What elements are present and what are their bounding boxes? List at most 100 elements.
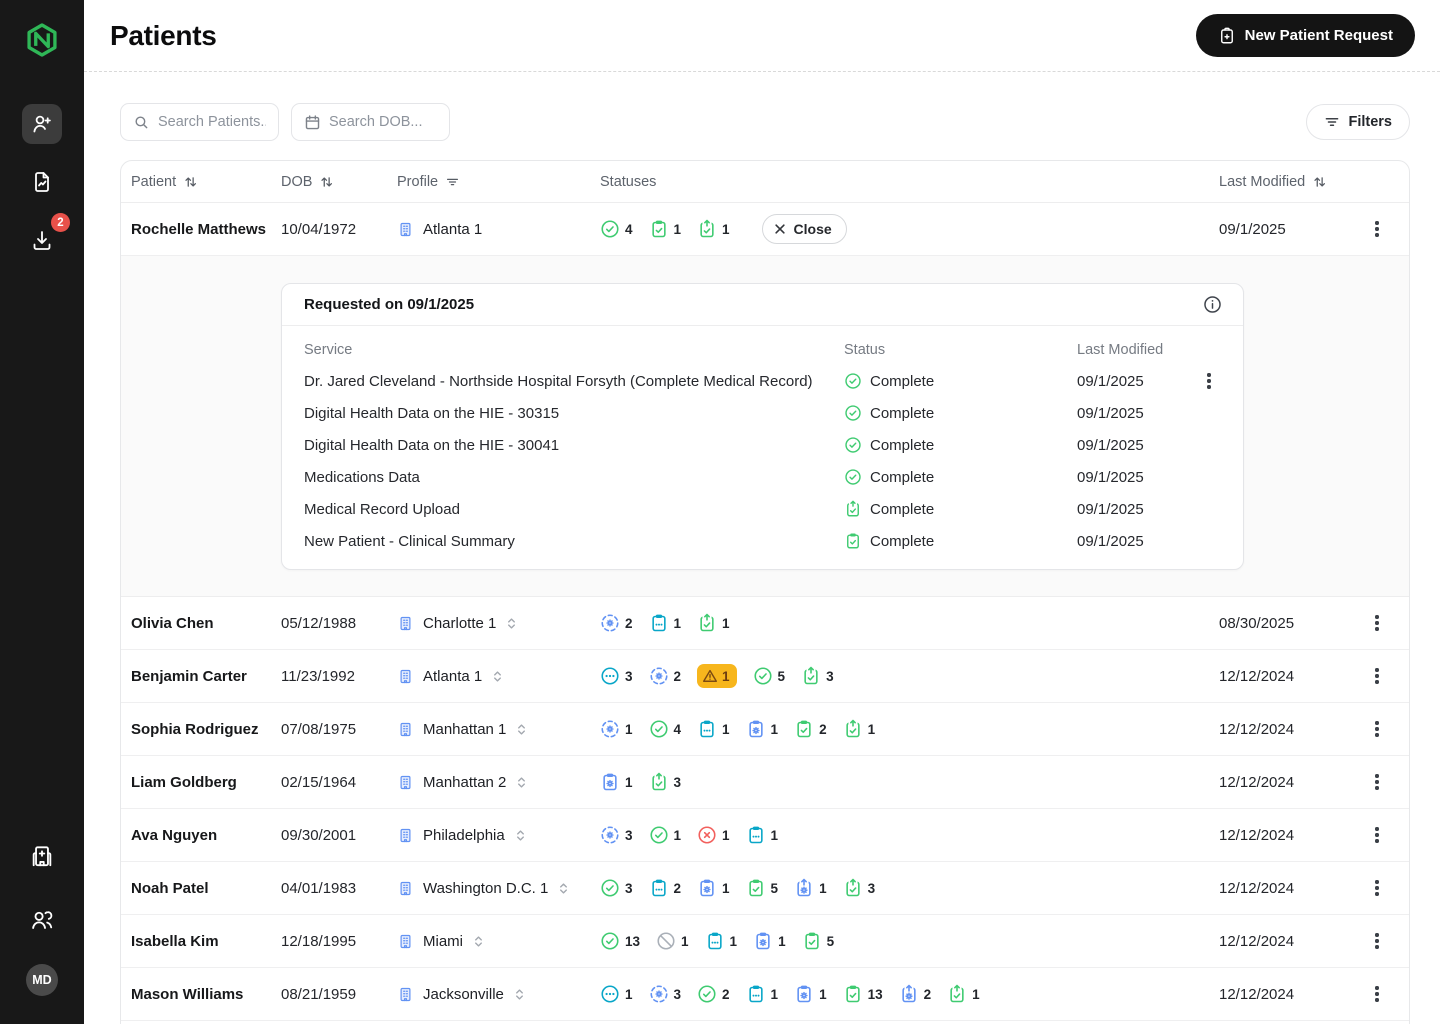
patient-profile: Atlanta 1 bbox=[397, 221, 600, 238]
status-chip-circle-check[interactable]: 3 bbox=[600, 878, 633, 898]
chevron-up-down-icon[interactable] bbox=[515, 776, 528, 789]
service-name: Digital Health Data on the HIE - 30041 bbox=[304, 437, 844, 454]
status-chip-gear-dashed[interactable]: 2 bbox=[600, 613, 633, 633]
status-chip-clipboard-dots[interactable]: 1 bbox=[649, 613, 682, 633]
row-menu-button[interactable] bbox=[1364, 216, 1390, 242]
status-chip-circle-slash[interactable]: 1 bbox=[656, 931, 689, 951]
table-row[interactable]: Sophia Rodriguez 07/08/1975 Manhattan 1 … bbox=[121, 703, 1409, 756]
status-chip-clipboard-dots[interactable]: 1 bbox=[746, 984, 779, 1004]
row-menu-button[interactable] bbox=[1364, 981, 1390, 1007]
chevron-up-down-icon[interactable] bbox=[491, 670, 504, 683]
table-row[interactable]: Rochelle Matthews 10/04/1972 Atlanta 1 4… bbox=[121, 203, 1409, 256]
status-chip-clipboard-check[interactable]: 13 bbox=[843, 984, 883, 1004]
status-chip-clipboard-check[interactable]: 2 bbox=[794, 719, 827, 739]
table-row[interactable]: Liam Goldberg 02/15/1964 Manhattan 2 13 … bbox=[121, 756, 1409, 809]
chevron-up-down-icon[interactable] bbox=[472, 935, 485, 948]
expanded-detail-section: Requested on 09/1/2025 Service Status La… bbox=[121, 256, 1409, 597]
patient-dob: 09/30/2001 bbox=[281, 827, 397, 844]
status-chip-gear-dashed[interactable]: 2 bbox=[649, 666, 682, 686]
chevron-up-down-icon[interactable] bbox=[513, 988, 526, 1001]
new-patient-request-button[interactable]: New Patient Request bbox=[1196, 14, 1415, 57]
table-row[interactable]: Isabella Kim 12/18/1995 Miami 131115 12/… bbox=[121, 915, 1409, 968]
row-menu-button[interactable] bbox=[1364, 769, 1390, 795]
status-chip-gear-dashed[interactable]: 3 bbox=[649, 984, 682, 1004]
status-chip-clipboard-gear[interactable]: 1 bbox=[753, 931, 786, 951]
status-chip-clipboard-up-check[interactable]: 3 bbox=[649, 772, 682, 792]
user-plus-icon bbox=[30, 112, 54, 136]
status-chip-clipboard-gear[interactable]: 1 bbox=[746, 719, 779, 739]
status-chip-clipboard-up-check[interactable]: 1 bbox=[947, 984, 980, 1004]
table-row[interactable]: Noah Patel 04/01/1983 Washington D.C. 1 … bbox=[121, 862, 1409, 915]
status-chip-clipboard-up-check[interactable]: 1 bbox=[697, 219, 730, 239]
table-row[interactable]: Benjamin Carter 11/23/1992 Atlanta 1 321… bbox=[121, 650, 1409, 703]
chevron-up-down-icon[interactable] bbox=[514, 829, 527, 842]
status-chip-circle-x[interactable]: 1 bbox=[697, 825, 730, 845]
status-chip-circle-check[interactable]: 5 bbox=[753, 666, 786, 686]
row-menu-button[interactable] bbox=[1196, 368, 1222, 394]
status-chip-circle-dots[interactable]: 3 bbox=[600, 666, 633, 686]
row-menu-button[interactable] bbox=[1364, 663, 1390, 689]
status-chip-gear-dashed[interactable]: 3 bbox=[600, 825, 633, 845]
status-chip-clipboard-check[interactable]: 5 bbox=[746, 878, 779, 898]
col-profile[interactable]: Profile bbox=[397, 174, 600, 190]
sidebar-item-team[interactable] bbox=[22, 900, 62, 940]
status-chip-clipboard-gear[interactable]: 1 bbox=[794, 984, 827, 1004]
status-chip-clipboard-up-gear[interactable]: 2 bbox=[899, 984, 932, 1004]
service-date: 09/1/2025 bbox=[1077, 501, 1195, 518]
search-patients-input[interactable] bbox=[158, 114, 266, 130]
row-menu-button[interactable] bbox=[1364, 610, 1390, 636]
status-chip-warning[interactable]: 1 bbox=[697, 664, 737, 688]
table-row[interactable]: Mason Williams 08/21/1959 Jacksonville 1… bbox=[121, 968, 1409, 1021]
status-chip-circle-check[interactable]: 13 bbox=[600, 931, 640, 951]
status-chip-clipboard-up-check[interactable]: 3 bbox=[843, 878, 876, 898]
sidebar-item-add-patient[interactable] bbox=[22, 104, 62, 144]
status-chip-clipboard-gear[interactable]: 1 bbox=[600, 772, 633, 792]
status-chip-circle-check[interactable]: 4 bbox=[600, 219, 633, 239]
status-chip-clipboard-check[interactable]: 1 bbox=[649, 219, 682, 239]
sidebar-item-reports[interactable] bbox=[22, 162, 62, 202]
status-chip-clipboard-check[interactable]: 5 bbox=[802, 931, 835, 951]
col-last-modified[interactable]: Last Modified bbox=[1195, 174, 1355, 190]
status-chips: 32153 bbox=[600, 664, 1195, 688]
search-dob-box[interactable] bbox=[291, 103, 450, 141]
patient-profile: Washington D.C. 1 bbox=[397, 880, 600, 897]
col-dob[interactable]: DOB bbox=[281, 174, 397, 190]
status-chip-clipboard-dots[interactable]: 1 bbox=[746, 825, 779, 845]
search-patients-box[interactable] bbox=[120, 103, 279, 141]
status-chip-circle-check[interactable]: 2 bbox=[697, 984, 730, 1004]
service-row: New Patient - Clinical Summary Complete … bbox=[304, 525, 1223, 557]
status-chip-clipboard-dots[interactable]: 2 bbox=[649, 878, 682, 898]
status-chip-circle-check[interactable]: 4 bbox=[649, 719, 682, 739]
info-icon[interactable] bbox=[1202, 294, 1223, 315]
status-chip-circle-dots[interactable]: 1 bbox=[600, 984, 633, 1004]
filters-button[interactable]: Filters bbox=[1306, 104, 1410, 140]
patient-profile: Atlanta 1 bbox=[397, 668, 600, 685]
service-status: Complete bbox=[844, 404, 1077, 422]
status-chip-clipboard-up-check[interactable]: 1 bbox=[843, 719, 876, 739]
chevron-up-down-icon[interactable] bbox=[515, 723, 528, 736]
sidebar-item-facilities[interactable] bbox=[22, 836, 62, 876]
status-chip-clipboard-gear[interactable]: 1 bbox=[697, 878, 730, 898]
chevron-up-down-icon[interactable] bbox=[505, 617, 518, 630]
status-chip-clipboard-up-check[interactable]: 3 bbox=[801, 666, 834, 686]
status-chip-clipboard-dots[interactable]: 1 bbox=[697, 719, 730, 739]
col-statuses: Statuses bbox=[600, 174, 1195, 190]
status-chip-circle-check[interactable]: 1 bbox=[649, 825, 682, 845]
table-row[interactable]: Ava Nguyen 09/30/2001 Philadelphia 3111 … bbox=[121, 809, 1409, 862]
status-chip-clipboard-dots[interactable]: 1 bbox=[705, 931, 738, 951]
col-patient[interactable]: Patient bbox=[131, 174, 281, 190]
status-chip-clipboard-up-check[interactable]: 1 bbox=[697, 613, 730, 633]
status-chip-gear-dashed[interactable]: 1 bbox=[600, 719, 633, 739]
row-menu-button[interactable] bbox=[1364, 928, 1390, 954]
search-dob-input[interactable] bbox=[329, 114, 437, 130]
patient-profile: Philadelphia bbox=[397, 827, 600, 844]
chevron-up-down-icon[interactable] bbox=[557, 882, 570, 895]
status-chip-clipboard-up-gear[interactable]: 1 bbox=[794, 878, 827, 898]
row-menu-button[interactable] bbox=[1364, 875, 1390, 901]
sidebar-item-downloads[interactable]: 2 bbox=[22, 220, 62, 260]
close-button[interactable]: Close bbox=[762, 214, 847, 244]
row-menu-button[interactable] bbox=[1364, 716, 1390, 742]
row-menu-button[interactable] bbox=[1364, 822, 1390, 848]
table-row[interactable]: Olivia Chen 05/12/1988 Charlotte 1 211 0… bbox=[121, 597, 1409, 650]
user-avatar[interactable]: MD bbox=[26, 964, 58, 996]
